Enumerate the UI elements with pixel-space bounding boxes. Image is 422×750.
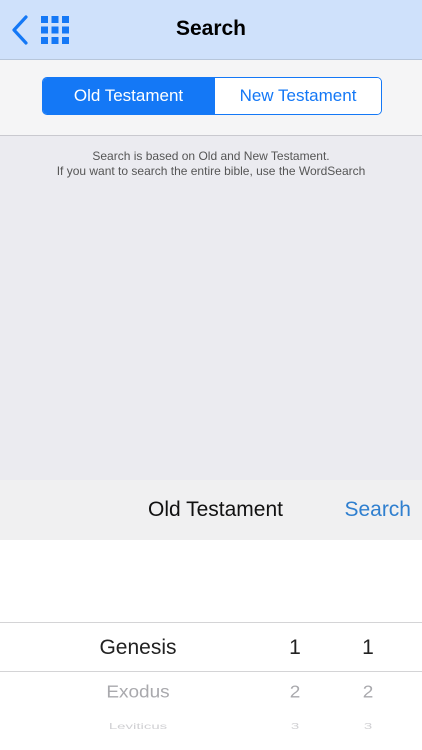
picker-selection-indicator [0, 622, 422, 672]
picker-book-selected[interactable]: Genesis [99, 636, 176, 660]
picker-verse-option[interactable]: 3 [364, 722, 372, 731]
nav-bar: Search [0, 0, 422, 60]
picker-book-option[interactable]: Exodus [106, 683, 169, 703]
picker-chapter-selected[interactable]: 1 [289, 636, 301, 660]
info-line-2: If you want to search the entire bible, … [56, 164, 366, 178]
verse-picker[interactable]: Genesis Exodus Leviticus 1 2 3 1 2 3 [0, 540, 422, 750]
segment-new-testament[interactable]: New Testament [214, 78, 381, 114]
picker-toolbar: Old Testament Search [0, 480, 422, 540]
picker-chapter-option[interactable]: 3 [291, 722, 299, 731]
picker-book-option[interactable]: Leviticus [109, 722, 167, 731]
search-button[interactable]: Search [344, 480, 411, 540]
info-line-1: Search is based on Old and New Testament… [92, 149, 330, 163]
page-title: Search [175, 17, 247, 40]
search-info-text: Search is based on Old and New Testament… [0, 149, 422, 179]
testament-selector-area: Old Testament New Testament [0, 60, 422, 136]
picker-chapter-option[interactable]: 2 [290, 683, 301, 703]
segment-old-testament[interactable]: Old Testament [43, 78, 214, 114]
picker-verse-selected[interactable]: 1 [362, 636, 374, 660]
testament-segmented-control: Old Testament New Testament [42, 77, 382, 115]
picker-verse-option[interactable]: 2 [363, 683, 374, 703]
